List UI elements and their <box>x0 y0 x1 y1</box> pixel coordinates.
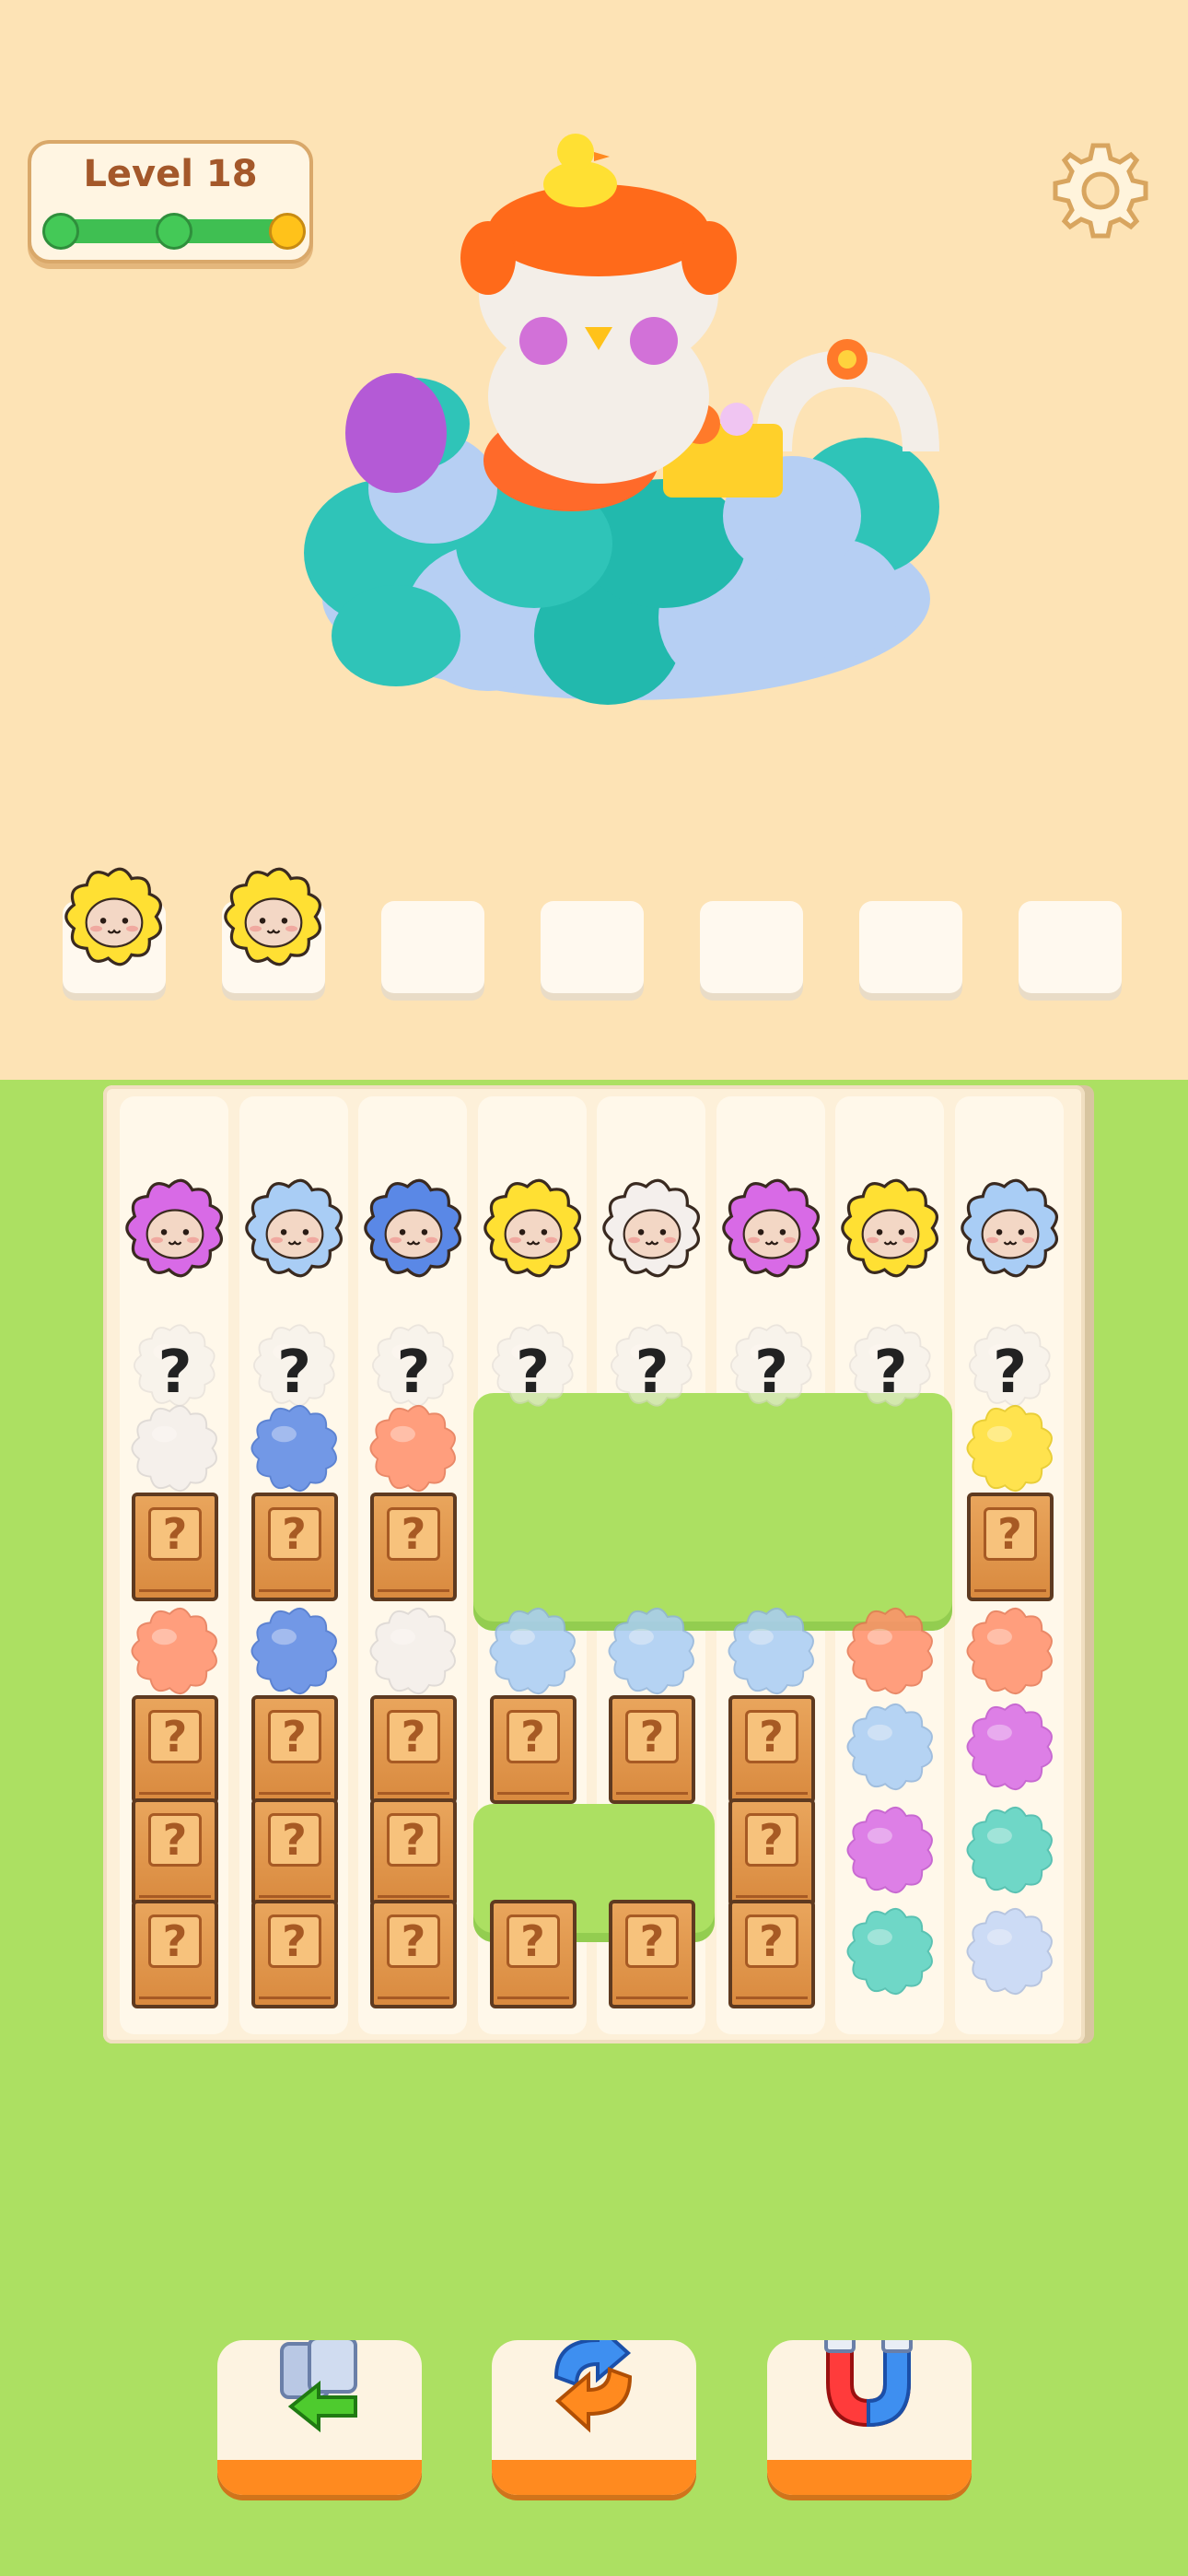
wool-orange <box>957 1598 1064 1704</box>
hidden-sheep-question: ? <box>840 1315 941 1416</box>
wool-white <box>360 1598 467 1704</box>
mystery-crate: ? <box>728 1798 815 1907</box>
mystery-crate: ? <box>250 1900 338 2008</box>
sheep-blue[interactable] <box>354 1168 473 1288</box>
mystery-crate: ? <box>609 1695 695 1804</box>
shuffle-button[interactable] <box>492 2340 696 2495</box>
board-gap-upper <box>473 1393 952 1631</box>
mystery-crate: ? <box>370 1695 457 1804</box>
holding-slot-empty <box>541 901 644 993</box>
question-mark: ? <box>515 1339 551 1407</box>
crate-question-mark: ? <box>267 1507 321 1561</box>
mystery-crate: ? <box>370 1900 457 2008</box>
wool-white <box>122 1395 228 1502</box>
wool-lightblue <box>599 1598 705 1704</box>
mystery-crate: ? <box>370 1798 457 1907</box>
hidden-sheep-question: ? <box>483 1315 584 1416</box>
mystery-crate: ? <box>489 1695 577 1804</box>
gear-icon[interactable] <box>1050 140 1151 241</box>
yarn-sculpture-image <box>304 134 939 705</box>
mystery-crate: ? <box>132 1900 218 2008</box>
crate-question-mark: ? <box>148 1813 202 1867</box>
shuffle-arrows-icon <box>553 2340 633 2433</box>
crate-question-mark: ? <box>625 1914 679 1968</box>
wool-lightblue <box>480 1598 587 1704</box>
holding-slot-empty <box>381 901 484 993</box>
mystery-crate: ? <box>728 1900 815 2008</box>
mystery-crate: ? <box>728 1695 815 1804</box>
sheep-lightblue[interactable] <box>950 1168 1070 1288</box>
level-title: Level 18 <box>83 153 258 195</box>
crate-question-mark: ? <box>983 1507 1037 1561</box>
wool-lightblue <box>718 1598 825 1704</box>
undo-cards-icon <box>280 2340 357 2433</box>
mystery-crate: ? <box>132 1798 218 1907</box>
crate-question-mark: ? <box>506 1914 560 1968</box>
holding-slot-empty <box>859 901 962 993</box>
mystery-crate: ? <box>966 1493 1054 1601</box>
holding-slot-empty <box>1019 901 1122 993</box>
hidden-sheep-question: ? <box>721 1315 822 1416</box>
holding-slot-empty <box>700 901 803 993</box>
wool-orange <box>360 1395 467 1502</box>
magnet-icon <box>824 2340 913 2428</box>
crate-question-mark: ? <box>267 1710 321 1763</box>
wool-blue <box>241 1395 348 1502</box>
crate-question-mark: ? <box>625 1710 679 1763</box>
sheep-yellow[interactable] <box>473 1168 593 1288</box>
question-mark: ? <box>753 1339 789 1407</box>
crate-question-mark: ? <box>387 1914 440 1968</box>
sheep-pink[interactable] <box>712 1168 832 1288</box>
crate-question-mark: ? <box>267 1914 321 1968</box>
crate-question-mark: ? <box>148 1710 202 1763</box>
crate-question-mark: ? <box>387 1710 440 1763</box>
crate-question-mark: ? <box>387 1507 440 1561</box>
crate-question-mark: ? <box>148 1914 202 1968</box>
crate-question-mark: ? <box>744 1813 798 1867</box>
wool-lightblue <box>837 1693 944 1800</box>
crate-question-mark: ? <box>387 1813 440 1867</box>
level-progress-bar <box>42 213 306 250</box>
mystery-crate: ? <box>370 1493 457 1601</box>
sheep-lightblue[interactable] <box>235 1168 355 1288</box>
question-mark: ? <box>635 1339 670 1407</box>
crate-question-mark: ? <box>744 1710 798 1763</box>
wool-yellow <box>957 1395 1064 1502</box>
mystery-crate: ? <box>250 1695 338 1804</box>
sheep-yellow <box>54 857 174 977</box>
sheep-pink[interactable] <box>115 1168 235 1288</box>
mystery-crate: ? <box>132 1695 218 1804</box>
sheep-white[interactable] <box>592 1168 712 1288</box>
wool-pink <box>957 1693 1064 1800</box>
wool-lavender <box>957 1898 1064 2005</box>
mystery-crate: ? <box>609 1900 695 2008</box>
crate-question-mark: ? <box>506 1710 560 1763</box>
wool-teal <box>957 1797 1064 1903</box>
undo-button[interactable] <box>217 2340 422 2495</box>
crate-question-mark: ? <box>267 1813 321 1867</box>
sheep-yellow[interactable] <box>831 1168 950 1288</box>
sheep-yellow <box>214 857 333 977</box>
mystery-crate: ? <box>132 1493 218 1601</box>
wool-orange <box>837 1598 944 1704</box>
progress-node-1 <box>42 213 79 250</box>
question-mark: ? <box>873 1339 908 1407</box>
crate-question-mark: ? <box>744 1914 798 1968</box>
magnet-button[interactable] <box>767 2340 972 2495</box>
mystery-crate: ? <box>250 1493 338 1601</box>
mystery-crate: ? <box>250 1798 338 1907</box>
wool-pink <box>837 1797 944 1903</box>
wool-teal <box>837 1898 944 2005</box>
mystery-crate: ? <box>489 1900 577 2008</box>
wool-blue <box>241 1598 348 1704</box>
level-card: Level 18 <box>28 140 313 263</box>
crate-question-mark: ? <box>148 1507 202 1561</box>
progress-node-2 <box>156 213 192 250</box>
wool-orange <box>122 1598 228 1704</box>
hidden-sheep-question: ? <box>601 1315 703 1416</box>
